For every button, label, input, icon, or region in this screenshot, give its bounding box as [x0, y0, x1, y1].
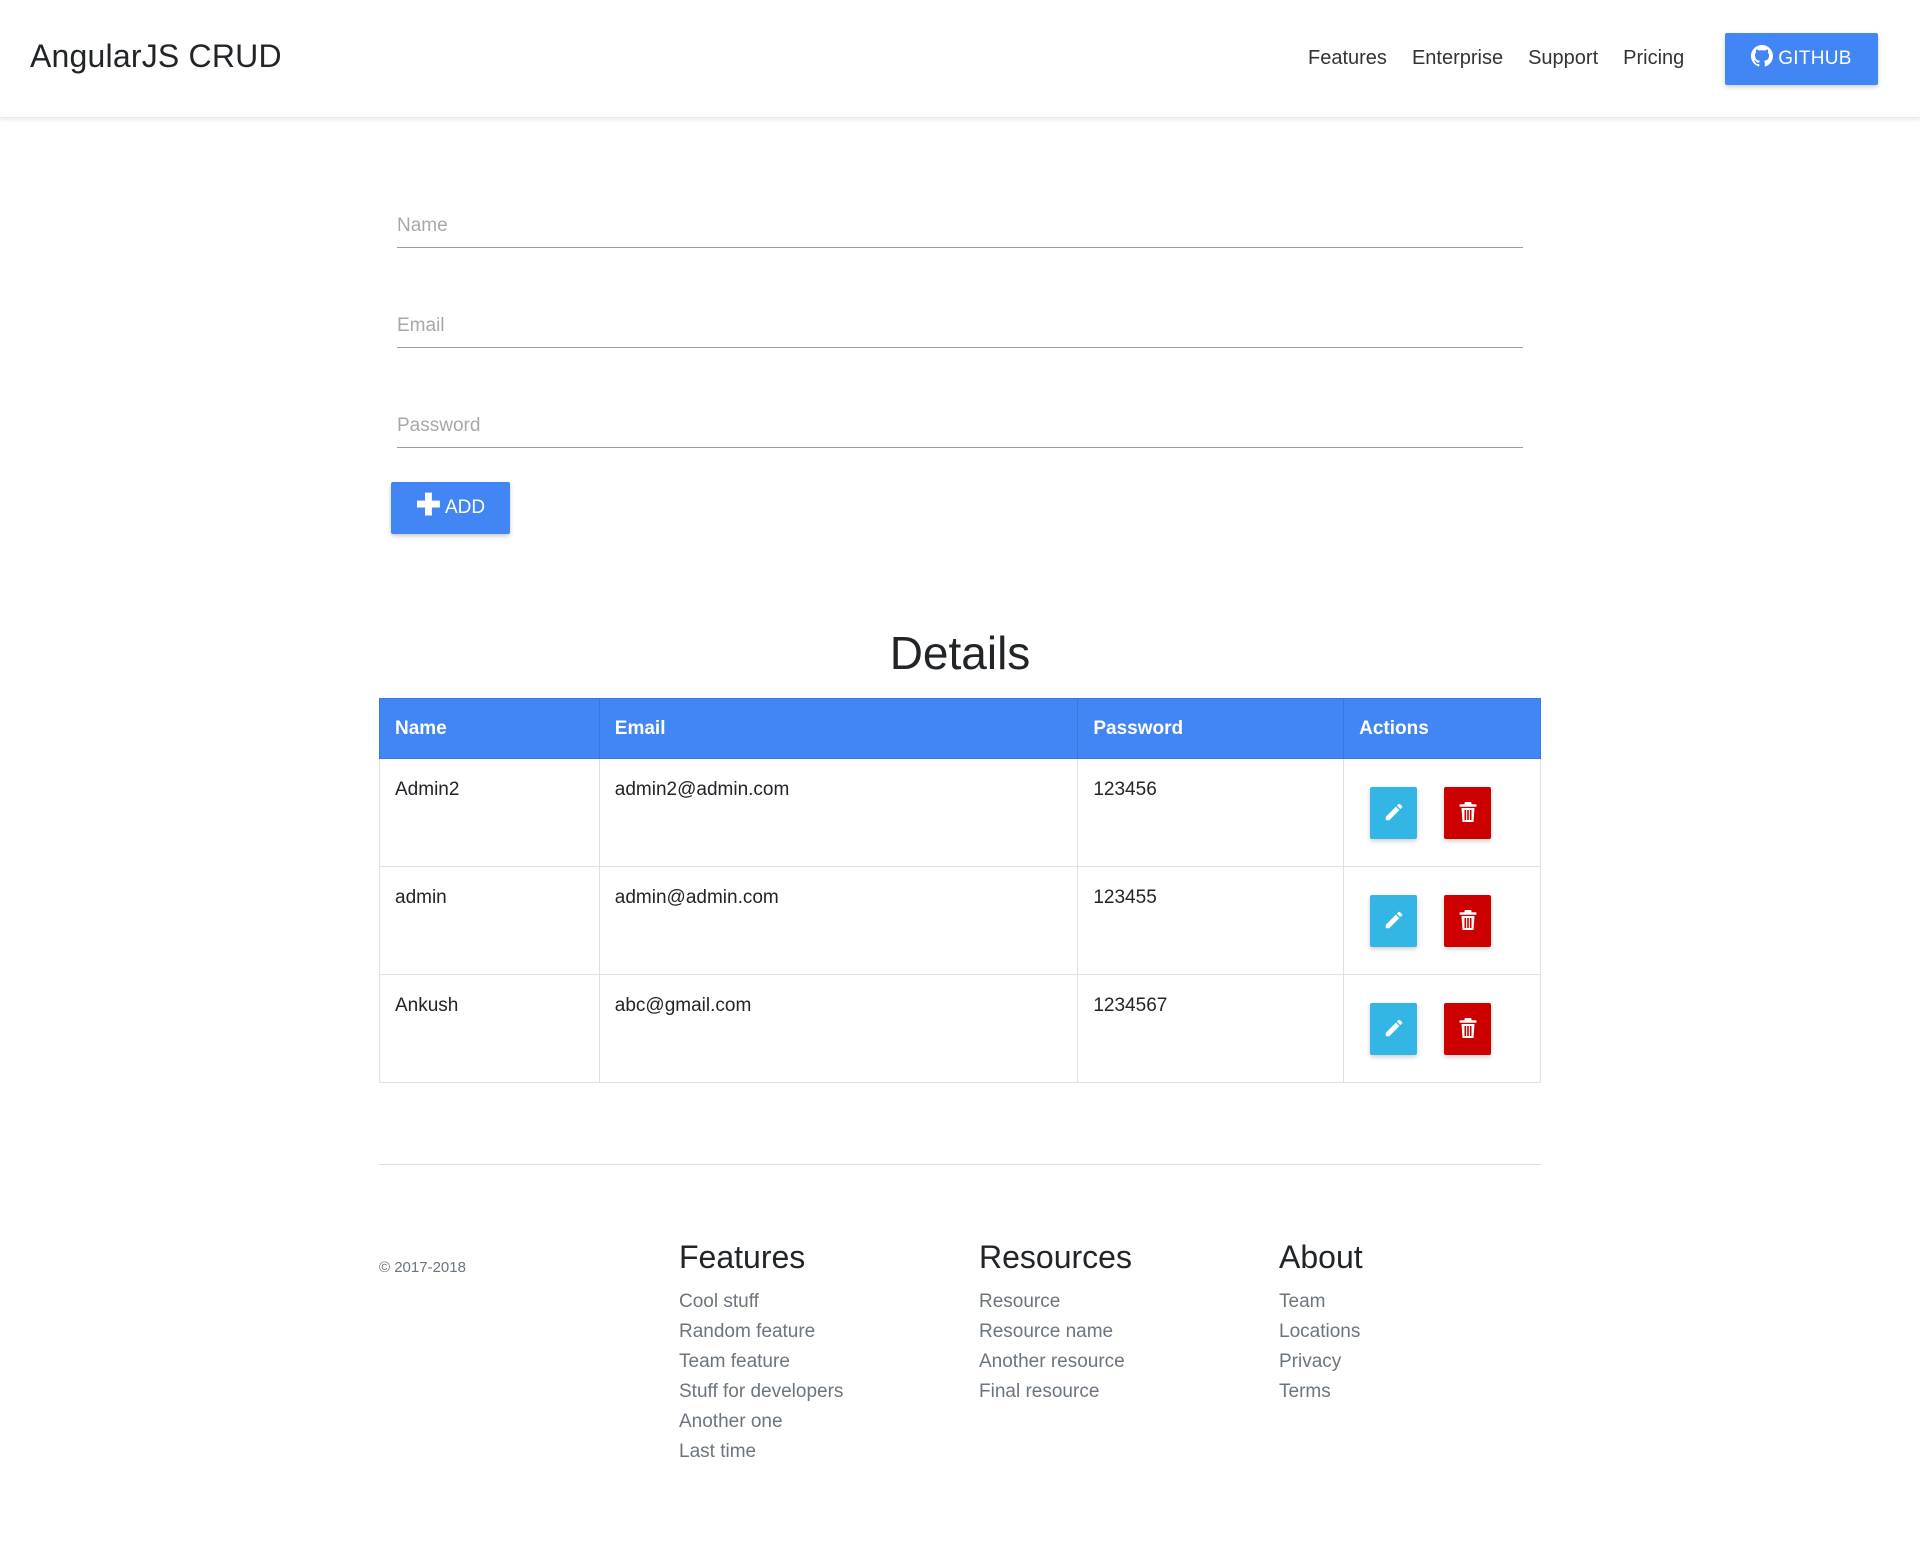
cell-actions: [1343, 758, 1541, 867]
column-header-actions: Actions: [1343, 698, 1541, 759]
delete-button[interactable]: [1444, 787, 1492, 839]
cell-name: admin: [379, 866, 600, 975]
edit-button[interactable]: [1370, 787, 1418, 839]
github-icon: [1751, 45, 1774, 73]
footer-link[interactable]: Privacy: [1279, 1351, 1341, 1372]
cell-password: 123455: [1077, 866, 1345, 975]
delete-button[interactable]: [1444, 895, 1492, 947]
details-table: Name Email Password Actions Admin2 admin…: [379, 698, 1541, 1083]
password-input[interactable]: [397, 404, 1523, 447]
cell-actions: [1343, 974, 1541, 1083]
nav-link-features[interactable]: Features: [1308, 47, 1387, 70]
name-input[interactable]: [397, 204, 1523, 247]
footer-link[interactable]: Another resource: [979, 1351, 1125, 1372]
pencil-icon: [1383, 909, 1405, 934]
table-row: admin admin@admin.com 123455: [379, 866, 1541, 975]
footer-link[interactable]: Team feature: [679, 1351, 790, 1372]
footer-column-features: Features Cool stuff Random feature Team …: [679, 1239, 843, 1470]
password-field: [397, 404, 1523, 448]
footer-link[interactable]: Locations: [1279, 1321, 1360, 1342]
cell-email: abc@gmail.com: [598, 974, 1079, 1083]
github-button[interactable]: GITHUB: [1725, 33, 1878, 85]
nav-link-pricing[interactable]: Pricing: [1623, 47, 1684, 70]
nav-link-support[interactable]: Support: [1528, 47, 1598, 70]
footer-link[interactable]: Team: [1279, 1291, 1325, 1312]
navbar: AngularJS CRUD Features Enterprise Suppo…: [0, 0, 1920, 118]
nav-links: Features Enterprise Support Pricing: [1308, 47, 1709, 70]
cell-password: 1234567: [1077, 974, 1345, 1083]
email-input[interactable]: [397, 304, 1523, 347]
footer-column-about: About Team Locations Privacy Terms: [1279, 1239, 1363, 1410]
footer-link[interactable]: Terms: [1279, 1381, 1331, 1402]
add-button[interactable]: ✚ ADD: [391, 482, 510, 534]
footer-link[interactable]: Stuff for developers: [679, 1381, 843, 1402]
cell-email: admin@admin.com: [598, 866, 1079, 975]
table-row: Ankush abc@gmail.com 1234567: [379, 974, 1541, 1083]
delete-button[interactable]: [1444, 1003, 1492, 1055]
footer-link[interactable]: Random feature: [679, 1321, 815, 1342]
footer-column-resources: Resources Resource Resource name Another…: [979, 1239, 1132, 1410]
trash-icon: [1458, 801, 1478, 826]
plus-icon: ✚: [415, 489, 441, 522]
column-header-password: Password: [1077, 698, 1345, 759]
pencil-icon: [1383, 801, 1405, 826]
footer-link[interactable]: Last time: [679, 1441, 756, 1462]
copyright-text: © 2017-2018: [379, 1259, 466, 1276]
table-header-row: Name Email Password Actions: [379, 698, 1541, 759]
column-header-name: Name: [379, 698, 600, 759]
footer-heading-about: About: [1279, 1239, 1363, 1275]
nav-link-enterprise[interactable]: Enterprise: [1412, 47, 1503, 70]
email-field: [397, 304, 1523, 348]
footer-link[interactable]: Resource: [979, 1291, 1060, 1312]
column-header-email: Email: [598, 698, 1079, 759]
details-title: Details: [889, 627, 1031, 679]
trash-icon: [1458, 909, 1478, 934]
name-field: [397, 204, 1523, 248]
cell-name: Ankush: [379, 974, 600, 1083]
trash-icon: [1458, 1017, 1478, 1042]
edit-button[interactable]: [1370, 1003, 1418, 1055]
footer-divider: [379, 1164, 1541, 1165]
footer-heading-resources: Resources: [979, 1239, 1132, 1275]
cell-name: Admin2: [379, 758, 600, 867]
footer-heading-features: Features: [679, 1239, 806, 1275]
brand-logo[interactable]: AngularJS CRUD: [30, 38, 282, 75]
footer-link[interactable]: Another one: [679, 1411, 783, 1432]
github-label: GITHUB: [1778, 48, 1852, 69]
add-label: ADD: [445, 497, 486, 518]
cell-password: 123456: [1077, 758, 1345, 867]
footer-link[interactable]: Final resource: [979, 1381, 1099, 1402]
footer-link[interactable]: Cool stuff: [679, 1291, 759, 1312]
cell-actions: [1343, 866, 1541, 975]
footer-link[interactable]: Resource name: [979, 1321, 1113, 1342]
edit-button[interactable]: [1370, 895, 1418, 947]
pencil-icon: [1383, 1017, 1405, 1042]
table-row: Admin2 admin2@admin.com 123456: [379, 758, 1541, 867]
cell-email: admin2@admin.com: [598, 758, 1079, 867]
